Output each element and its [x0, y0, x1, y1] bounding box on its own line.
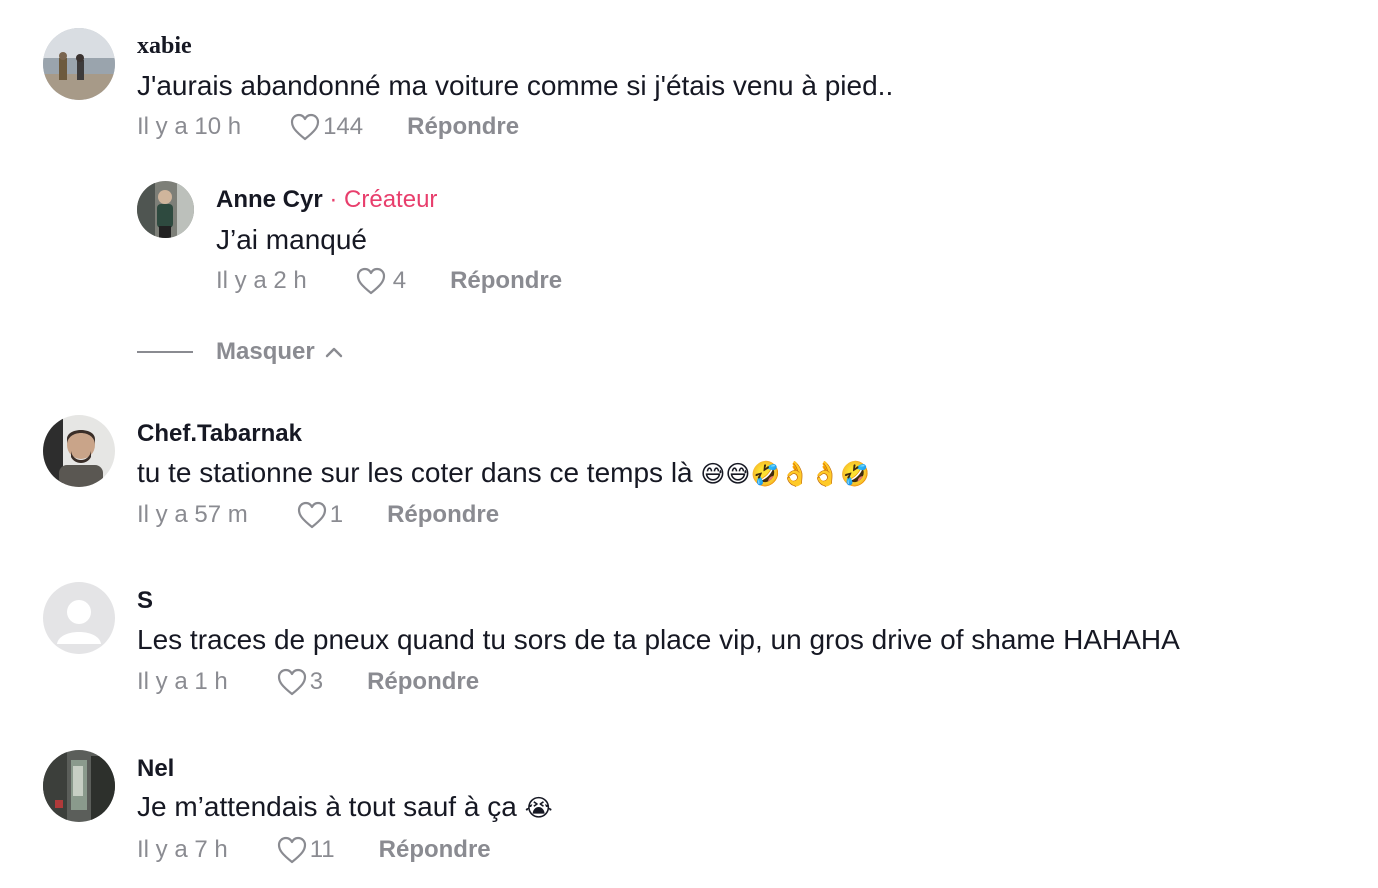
comment-text: Les traces de pneux quand tu sors de ta … [137, 624, 1180, 655]
comment-text: J'aurais abandonné ma voiture comme si j… [137, 70, 894, 101]
comment-time: Il y a 7 h [137, 836, 228, 863]
like-button[interactable]: 4 [355, 266, 406, 296]
comment-text-body: Je m’attendais à tout sauf à ça [137, 791, 517, 822]
comment-text: J’ai manqué [216, 224, 367, 255]
creator-badge: Créateur [344, 186, 438, 213]
heart-outline-icon [297, 501, 326, 529]
comment-time: Il y a 1 h [137, 668, 228, 695]
like-count: 11 [309, 836, 335, 863]
comment-time: Il y a 2 h [216, 267, 307, 294]
like-button[interactable]: 144 [289, 112, 363, 142]
avatar[interactable] [43, 28, 115, 100]
like-count: 3 [309, 668, 324, 695]
avatar[interactable] [43, 582, 115, 654]
like-button[interactable]: 11 [276, 835, 335, 865]
heart-outline-icon [290, 113, 320, 141]
heart-outline-icon [356, 267, 385, 295]
username[interactable]: Chef.Tabarnak [137, 420, 302, 448]
comment-emojis: 😭 [524, 794, 553, 822]
reply-button[interactable]: Répondre [367, 668, 479, 696]
reply-button[interactable]: Répondre [379, 836, 491, 864]
comment-meta: Il y a 10 h 144 Répondre [137, 110, 519, 144]
reply-username[interactable]: Anne Cyr [216, 186, 323, 213]
comment-time: Il y a 10 h [137, 113, 242, 140]
like-button[interactable]: 3 [276, 667, 323, 697]
reply-button[interactable]: Répondre [387, 501, 499, 529]
heart-outline-icon [277, 836, 306, 864]
hide-replies-button[interactable]: Masquer [216, 338, 315, 366]
avatar[interactable] [43, 750, 115, 822]
comment-meta: Il y a 7 h 11 Répondre [137, 833, 491, 867]
comment-text: Je m’attendais à tout sauf à ça 😭 [137, 791, 553, 823]
like-button[interactable]: 1 [296, 500, 343, 530]
like-count: 144 [323, 113, 364, 140]
username[interactable]: S [137, 587, 153, 615]
divider-line [137, 351, 193, 353]
like-count: 4 [392, 267, 407, 294]
comment-meta: Il y a 57 m 1 Répondre [137, 498, 499, 532]
comment-meta: Il y a 2 h 4 Répondre [216, 264, 562, 298]
username[interactable]: Nel [137, 755, 174, 783]
comment-emojis: 😅😅🤣👌👌🤣 [700, 460, 870, 488]
chevron-up-icon[interactable] [325, 346, 343, 358]
comment-time: Il y a 57 m [137, 501, 248, 528]
separator-dot: · [329, 186, 338, 213]
username[interactable]: xabie [137, 33, 192, 60]
comment-text: tu te stationne sur les coter dans ce te… [137, 457, 870, 489]
heart-outline-icon [277, 668, 306, 696]
avatar[interactable] [137, 181, 194, 238]
username: Anne Cyr · Créateur [216, 186, 437, 214]
avatar[interactable] [43, 415, 115, 487]
reply-button[interactable]: Répondre [407, 113, 519, 141]
reply-button[interactable]: Répondre [450, 267, 562, 295]
hide-replies-row[interactable]: Masquer [137, 334, 343, 370]
comment-text-body: tu te stationne sur les coter dans ce te… [137, 457, 693, 488]
like-count: 1 [329, 501, 344, 528]
comment-meta: Il y a 1 h 3 Répondre [137, 665, 479, 699]
